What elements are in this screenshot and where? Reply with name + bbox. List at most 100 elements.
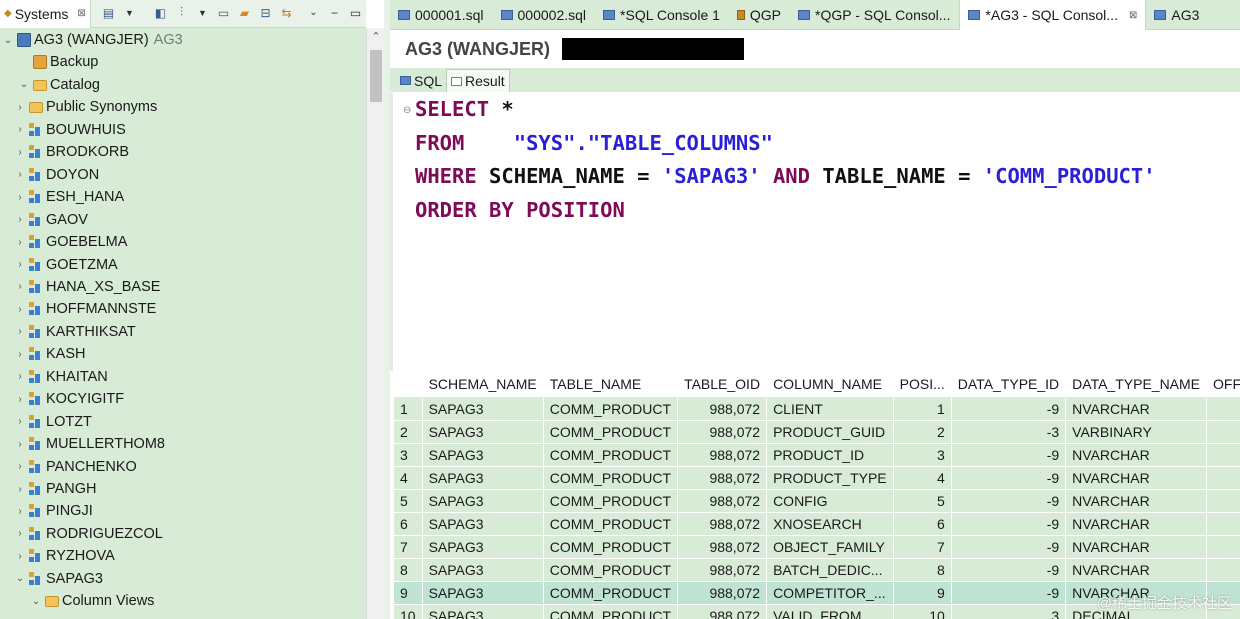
table-cell[interactable]: -9 — [951, 489, 1067, 513]
row-number[interactable]: 3 — [394, 443, 423, 467]
row-number[interactable]: 9 — [394, 581, 423, 605]
table-cell[interactable]: 3 — [951, 604, 1067, 619]
collapse-icon[interactable]: ⊟ — [257, 4, 274, 21]
table-cell[interactable]: 988,072 — [677, 420, 768, 444]
editor-tab-4[interactable]: *QGP - SQL Consol... — [790, 0, 959, 30]
table-cell[interactable]: 5 — [893, 489, 952, 513]
collapse-chevron-icon[interactable]: › — [14, 394, 26, 405]
collapse-chevron-icon[interactable]: › — [14, 349, 26, 360]
table-cell[interactable]: SAPAG3 — [422, 489, 544, 513]
tree-node-lotzt[interactable]: › LOTZT — [14, 411, 92, 433]
table-cell[interactable]: 988,072 — [677, 512, 768, 536]
editor-tab-0[interactable]: 000001.sql — [390, 0, 493, 30]
tree-node-kash[interactable]: › KASH — [14, 343, 85, 365]
filter-icon[interactable]: ⫶ — [173, 4, 190, 21]
collapse-chevron-icon[interactable]: › — [14, 237, 26, 248]
link-icon[interactable]: ⇆ — [278, 4, 295, 21]
sql-editor[interactable]: ⊖ SELECT * FROM "SYS"."TABLE_COLUMNS" WHER… — [390, 93, 1240, 371]
table-cell[interactable]: 24 — [1206, 420, 1240, 444]
row-number[interactable]: 2 — [394, 420, 423, 444]
collapse-chevron-icon[interactable]: › — [14, 461, 26, 472]
table-row[interactable]: 2 SAPAG3 COMM_PRODUCT 988,072 PRODUCT_GUID 2-… — [394, 420, 1240, 444]
column-header[interactable]: DATA_TYPE_ID — [951, 371, 1067, 398]
tree-node-bouwhuis[interactable]: › BOUWHUIS — [14, 119, 125, 141]
minimize-icon[interactable]: − — [326, 4, 343, 21]
collapse-chevron-icon[interactable]: › — [14, 169, 26, 180]
table-cell[interactable]: BATCH_DEDIC... — [766, 558, 894, 582]
table-cell[interactable]: -9 — [951, 581, 1067, 605]
collapse-chevron-icon[interactable]: › — [14, 439, 26, 450]
collapse-chevron-icon[interactable]: › — [14, 102, 26, 113]
view-menu-chevron-icon[interactable]: ⌄ — [305, 4, 322, 21]
table-cell[interactable]: CONFIG — [766, 489, 894, 513]
table-cell[interactable]: COMPETITOR_... — [766, 581, 894, 605]
table-cell[interactable]: 24 — [1206, 443, 1240, 467]
table-cell[interactable]: -9 — [951, 535, 1067, 559]
table-cell[interactable]: 9 — [893, 581, 952, 605]
table-cell[interactable]: SAPAG3 — [422, 512, 544, 536]
collapse-chevron-icon[interactable]: › — [14, 371, 26, 382]
subtab-sql[interactable]: SQL — [396, 69, 446, 92]
table-cell[interactable]: -9 — [951, 443, 1067, 467]
table-cell[interactable]: SAPAG3 — [422, 604, 544, 619]
table-cell[interactable]: OBJECT_FAMILY — [766, 535, 894, 559]
collapse-chevron-icon[interactable]: › — [14, 326, 26, 337]
table-cell[interactable]: COMM_PRODUCT — [543, 443, 679, 467]
expand-chevron-icon[interactable]: ⌄ — [2, 35, 14, 46]
table-cell[interactable]: 988,072 — [677, 581, 768, 605]
tree-node-ryzhova[interactable]: › RYZHOVA — [14, 545, 114, 567]
table-cell[interactable]: 8 — [893, 558, 952, 582]
table-cell[interactable]: 24 — [1206, 535, 1240, 559]
tree-node-hoffmannste[interactable]: › HOFFMANNSTE — [14, 298, 156, 320]
collapse-chevron-icon[interactable]: › — [14, 506, 26, 517]
table-cell[interactable]: COMM_PRODUCT — [543, 397, 679, 421]
tree-node-khaitan[interactable]: › KHAITAN — [14, 366, 107, 388]
add-system-icon[interactable]: ▤ — [100, 4, 117, 21]
result-grid[interactable]: SCHEMA_NAME TABLE_NAME TABLE_OID COLUMN_NAM… — [394, 371, 1240, 619]
editor-tab-1[interactable]: 000002.sql — [493, 0, 596, 30]
table-cell[interactable]: PRODUCT_TYPE — [766, 466, 894, 490]
table-row[interactable]: 5 SAPAG3 COMM_PRODUCT 988,072 CONFIG 5 -9 NVARC… — [394, 489, 1240, 513]
tree-node-public-synonyms[interactable]: › Public Synonyms — [14, 96, 157, 118]
view-menu-icon[interactable]: ▼ — [194, 4, 211, 21]
table-cell[interactable]: NVARCHAR — [1065, 443, 1208, 467]
collapse-chevron-icon[interactable]: › — [14, 551, 26, 562]
table-cell[interactable]: 1 — [893, 397, 952, 421]
tree-scrollbar[interactable]: ⌃ — [366, 28, 384, 619]
menu-dropdown-icon[interactable]: ▼ — [121, 4, 138, 21]
column-header[interactable]: DATA_TYPE_NAME — [1065, 371, 1208, 398]
row-number[interactable]: 7 — [394, 535, 423, 559]
table-row[interactable]: 4 SAPAG3 COMM_PRODUCT 988,072 PRODUCT_TYPE 4-… — [394, 466, 1240, 490]
collapse-chevron-icon[interactable]: › — [14, 416, 26, 427]
table-cell[interactable]: NVARCHAR — [1065, 397, 1208, 421]
table-cell[interactable]: 4 — [893, 466, 952, 490]
table-cell[interactable]: XNOSEARCH — [766, 512, 894, 536]
table-cell[interactable]: -3 — [951, 420, 1067, 444]
tree-node-goebelma[interactable]: › GOEBELMA — [14, 231, 127, 253]
open-icon[interactable]: ▭ — [215, 4, 232, 21]
row-number[interactable]: 8 — [394, 558, 423, 582]
table-row[interactable]: 3 SAPAG3 COMM_PRODUCT 988,072 PRODUCT_ID 3 -9 N… — [394, 443, 1240, 467]
editor-tab-5[interactable]: *AG3 - SQL Consol... ⊠ — [959, 0, 1147, 30]
table-row[interactable]: 1 SAPAG3 COMM_PRODUCT 988,072 CLIENT 1 -9 NVARC… — [394, 397, 1240, 421]
tree-node-backup[interactable]: Backup — [18, 51, 98, 73]
expand-chevron-icon[interactable]: ⌄ — [14, 573, 26, 584]
tree-node-ag3-wangjer[interactable]: ⌄ AG3 (WANGJER) AG3 — [2, 29, 183, 51]
close-icon[interactable]: ⊠ — [77, 8, 85, 19]
collapse-chevron-icon[interactable]: › — [14, 304, 26, 315]
collapse-chevron-icon[interactable]: › — [14, 259, 26, 270]
table-cell[interactable]: 24 — [1206, 512, 1240, 536]
table-cell[interactable]: SAPAG3 — [422, 466, 544, 490]
table-cell[interactable]: VALID_FROM — [766, 604, 894, 619]
collapse-chevron-icon[interactable]: › — [14, 124, 26, 135]
table-cell[interactable]: 24 — [1206, 558, 1240, 582]
column-header[interactable]: OFFSET — [1206, 371, 1240, 398]
table-row[interactable]: 6 SAPAG3 COMM_PRODUCT 988,072 XNOSEARCH 6 -9 NV… — [394, 512, 1240, 536]
table-cell[interactable]: PRODUCT_GUID — [766, 420, 894, 444]
table-cell[interactable]: NVARCHAR — [1065, 512, 1208, 536]
scrollbar-thumb[interactable] — [370, 50, 382, 102]
table-cell[interactable]: NVARCHAR — [1065, 489, 1208, 513]
table-cell[interactable]: SAPAG3 — [422, 443, 544, 467]
collapse-chevron-icon[interactable]: › — [14, 281, 26, 292]
collapse-chevron-icon[interactable]: › — [14, 528, 26, 539]
